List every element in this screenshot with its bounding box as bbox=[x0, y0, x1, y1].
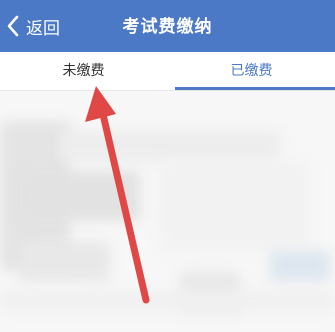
blurred-block bbox=[270, 251, 330, 281]
tab-paid[interactable]: 已缴费 bbox=[168, 52, 335, 90]
tab-unpaid[interactable]: 未缴费 bbox=[0, 52, 167, 90]
header-bar: 返回 考试费缴纳 php bbox=[0, 0, 335, 52]
blurred-content-area bbox=[0, 91, 335, 332]
blurred-block bbox=[160, 161, 310, 251]
blurred-block bbox=[0, 291, 335, 311]
page-title: 考试费缴纳 bbox=[122, 17, 213, 37]
tab-bar: 未缴费 已缴费 bbox=[0, 52, 335, 91]
blurred-block bbox=[20, 241, 110, 281]
active-tab-indicator bbox=[175, 87, 335, 90]
blurred-block bbox=[20, 171, 140, 221]
blurred-block bbox=[60, 131, 280, 161]
